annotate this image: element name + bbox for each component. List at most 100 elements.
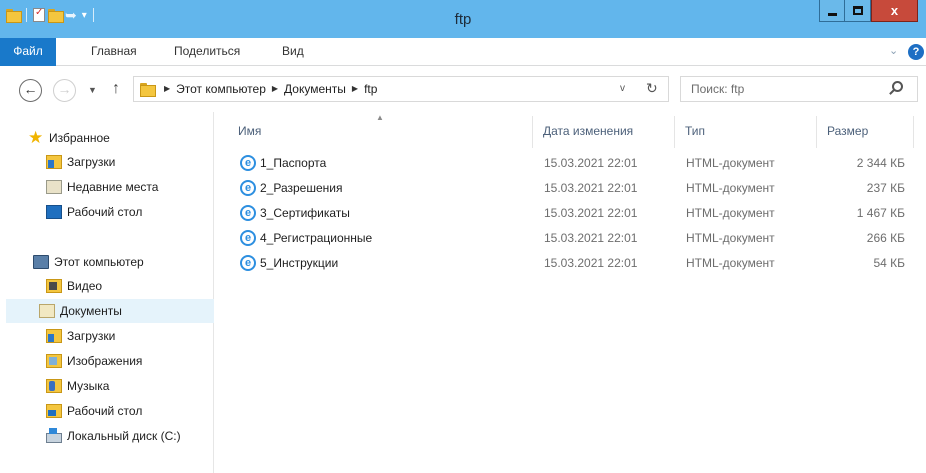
file-name: 1_Паспорта [260,156,327,170]
html-file-icon: e [240,180,256,196]
column-header-type[interactable]: Тип [675,116,817,148]
sidebar-item-favorites[interactable]: ★ Избранное [28,126,110,150]
sidebar-item-documents[interactable]: Документы [6,299,214,323]
ribbon-expand-chevron-icon[interactable]: ⌄ [889,44,898,57]
sidebar-item-label: Изображения [67,354,143,368]
file-date: 15.03.2021 22:01 [544,206,638,220]
sidebar-item-local-disk[interactable]: Локальный диск (C:) [46,424,181,448]
file-list-header: Имя Дата изменения Тип Размер [228,116,914,148]
local-disk-icon [46,428,62,443]
file-size: 54 КБ [873,256,905,270]
file-size: 2 344 КБ [856,156,905,170]
qat-separator-2 [92,8,94,22]
file-name-cell[interactable]: e 3_Сертификаты [240,201,350,225]
forward-button[interactable]: → [53,79,76,102]
sidebar-item-label: Локальный диск (C:) [67,429,181,443]
file-name-cell[interactable]: e 1_Паспорта [240,151,326,175]
videos-icon [46,279,62,293]
close-button[interactable]: x [871,0,918,22]
sidebar-item-label: Музыка [67,379,110,393]
qat-dropdown-icon[interactable]: ▾ [82,10,87,21]
maximize-icon [852,6,863,15]
breadcrumb-arrow-icon[interactable]: ▶ [164,77,170,101]
properties-icon[interactable] [33,7,45,22]
sidebar-item-this-pc[interactable]: Этот компьютер [33,250,144,274]
file-type: HTML-документ [686,256,775,270]
sidebar-item-downloads[interactable]: Загрузки [46,150,115,174]
file-size: 237 КБ [866,181,905,195]
file-name-cell[interactable]: e 4_Регистрационные [240,226,372,250]
maximize-button[interactable] [845,0,871,22]
sidebar-item-downloads-2[interactable]: Загрузки [46,324,115,348]
desktop-icon [46,205,62,219]
table-row[interactable]: e 5_Инструкции 15.03.2021 22:01 HTML-док… [228,251,914,275]
minimize-icon [827,13,837,16]
breadcrumb: ▶ Этот компьютер ▶ Документы ▶ ftp [158,77,377,101]
column-header-name[interactable]: Имя [228,116,533,148]
file-name: 5_Инструкции [260,256,339,270]
refresh-icon[interactable]: ↻ [646,80,658,97]
search-icon[interactable] [892,81,903,92]
file-date: 15.03.2021 22:01 [544,156,638,170]
new-folder-icon[interactable] [48,9,64,23]
minimize-button[interactable] [819,0,845,22]
sidebar-item-desktop[interactable]: Рабочий стол [46,200,142,224]
table-row[interactable]: e 1_Паспорта 15.03.2021 22:01 HTML-докум… [228,151,914,175]
file-type: HTML-документ [686,181,775,195]
sidebar-item-recent-places[interactable]: Недавние места [46,175,158,199]
file-type: HTML-документ [686,231,775,245]
file-date: 15.03.2021 22:01 [544,256,638,270]
downloads-icon [46,155,62,169]
tab-file[interactable]: Файл [0,38,56,66]
sidebar-item-label: Рабочий стол [67,205,143,219]
sidebar-item-music[interactable]: Музыка [46,374,109,398]
tab-home[interactable]: Главная [91,38,137,66]
file-type: HTML-документ [686,156,775,170]
sidebar-item-desktop-2[interactable]: Рабочий стол [46,399,142,423]
back-button[interactable]: ← [19,79,42,102]
tab-view[interactable]: Вид [282,38,304,66]
folder-icon[interactable] [6,9,22,23]
file-date: 15.03.2021 22:01 [544,231,638,245]
title-bar: ➥ ▾ ftp x [0,0,926,38]
html-file-icon: e [240,155,256,171]
table-row[interactable]: e 3_Сертификаты 15.03.2021 22:01 HTML-до… [228,201,914,225]
column-header-date[interactable]: Дата изменения [533,116,675,148]
tab-share[interactable]: Поделиться [174,38,240,66]
qat-separator [26,8,27,22]
sidebar-item-label: Недавние места [67,180,159,194]
file-name-cell[interactable]: e 5_Инструкции [240,251,338,275]
breadcrumb-arrow-icon[interactable]: ▶ [352,77,358,101]
file-name: 3_Сертификаты [260,206,350,220]
column-header-size[interactable]: Размер [817,116,914,148]
breadcrumb-arrow-icon[interactable]: ▶ [272,77,278,101]
file-name-cell[interactable]: e 2_Разрешения [240,176,342,200]
sidebar-item-label: Избранное [49,131,110,145]
search-input[interactable]: Поиск: ftp [680,76,918,102]
computer-icon [33,255,49,269]
sidebar-item-label: Документы [60,304,122,318]
ribbon-tabs: Файл Главная Поделиться Вид [0,38,926,66]
search-placeholder: Поиск: ftp [691,82,745,96]
table-row[interactable]: e 2_Разрешения 15.03.2021 22:01 HTML-док… [228,176,914,200]
help-icon[interactable]: ? [908,44,924,60]
table-row[interactable]: e 4_Регистрационные 15.03.2021 22:01 HTM… [228,226,914,250]
sidebar-item-videos[interactable]: Видео [46,274,102,298]
recent-locations-dropdown-icon[interactable]: ▼ [88,85,97,95]
window-title: ftp [454,11,472,28]
sidebar-item-label: Видео [67,279,103,293]
breadcrumb-documents[interactable]: Документы [284,77,346,101]
up-button[interactable]: ↑ [112,80,120,98]
star-icon: ★ [28,128,44,147]
recent-places-icon [46,180,62,194]
breadcrumb-ftp[interactable]: ftp [364,77,377,101]
sidebar-item-label: Загрузки [67,329,116,343]
undo-icon[interactable]: ➥ [65,8,77,22]
breadcrumb-this-pc[interactable]: Этот компьютер [176,77,266,101]
quick-access-toolbar: ➥ ▾ [6,7,97,23]
address-bar[interactable]: ▶ Этот компьютер ▶ Документы ▶ ftp v ↻ [133,76,669,102]
address-dropdown-icon[interactable]: v [620,83,625,94]
navigation-pane: ★ Избранное Загрузки Недавние места Рабо… [0,112,214,473]
sidebar-item-pictures[interactable]: Изображения [46,349,142,373]
file-type: HTML-документ [686,206,775,220]
